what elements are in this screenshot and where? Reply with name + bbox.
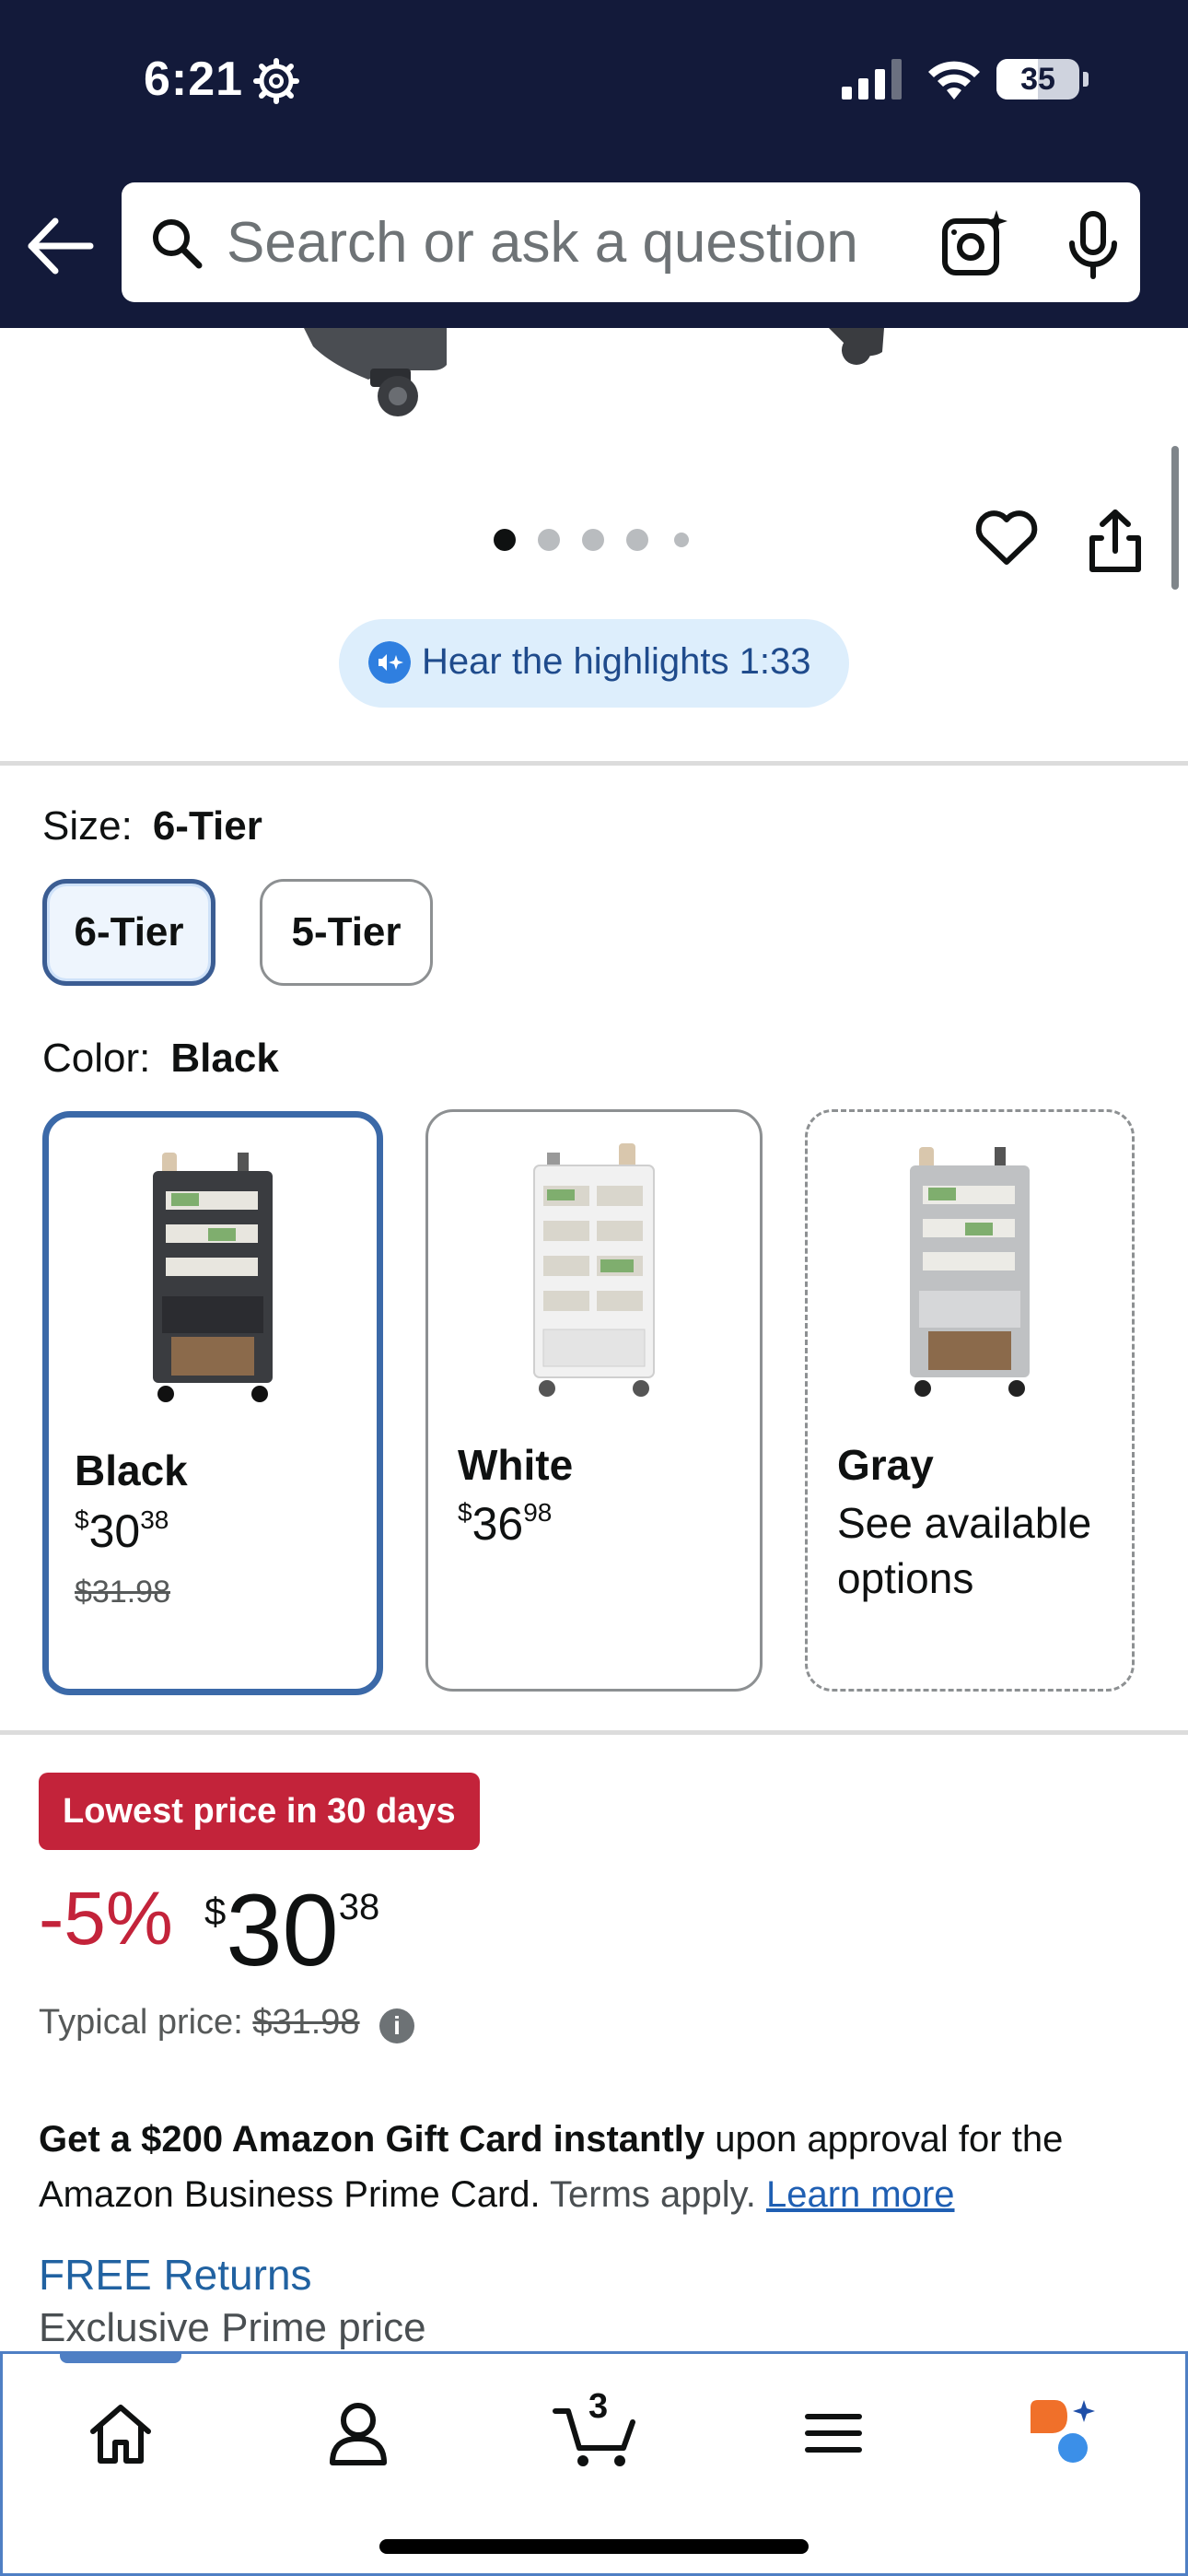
current-price: $3038: [204, 1874, 380, 1987]
hear-highlights-label: Hear the highlights 1:33: [422, 641, 811, 682]
battery-tip: [1083, 72, 1089, 87]
white-cart-thumbnail: [533, 1143, 655, 1397]
size-option-5-tier[interactable]: 5-Tier: [260, 879, 433, 986]
carousel-dot[interactable]: [582, 529, 604, 551]
color-name: White: [458, 1441, 574, 1489]
carousel-dot[interactable]: [494, 529, 516, 551]
color-price: $3038: [75, 1505, 169, 1557]
wifi-icon: [928, 61, 980, 100]
search-input[interactable]: Search or ask a question: [227, 210, 858, 275]
promo-message: Get a $200 Amazon Gift Card instantly up…: [39, 2112, 1144, 2222]
battery-level: 35: [1020, 62, 1055, 97]
account-icon[interactable]: [321, 2396, 395, 2470]
color-option-black[interactable]: Black $3038 $31.98: [42, 1111, 383, 1695]
carousel-dot[interactable]: [538, 529, 560, 551]
settings-status-icon: [253, 58, 299, 104]
audio-sparkle-icon: [368, 641, 411, 684]
home-indicator[interactable]: [379, 2539, 809, 2554]
image-carousel-dots[interactable]: [494, 529, 696, 556]
learn-more-link[interactable]: Learn more: [766, 2174, 955, 2215]
status-time: 6:21: [144, 53, 244, 106]
carousel-dot[interactable]: [674, 533, 689, 547]
size-label-row: Size: 6-Tier: [42, 803, 262, 849]
camera-search-icon[interactable]: [939, 206, 1013, 280]
gray-cart-thumbnail: [910, 1147, 1030, 1397]
scrollbar[interactable]: [1171, 446, 1179, 590]
color-price: $3698: [458, 1498, 553, 1550]
size-option-6-tier[interactable]: 6-Tier: [42, 879, 215, 986]
back-arrow-icon[interactable]: [24, 214, 98, 278]
free-returns-link[interactable]: FREE Returns: [39, 2250, 312, 2300]
section-divider: [0, 761, 1188, 766]
info-icon[interactable]: i: [379, 2008, 414, 2043]
color-was-price: $31.98: [75, 1575, 170, 1610]
top-header: 6:21 35 Search or ask a question: [0, 0, 1188, 328]
carousel-dot[interactable]: [626, 529, 648, 551]
color-availability-note: See available options: [837, 1499, 1092, 1602]
menu-icon[interactable]: [797, 2396, 870, 2470]
color-label: Color:: [42, 1036, 151, 1081]
color-selected-value: Black: [170, 1036, 279, 1081]
cellular-signal-icon: [842, 59, 902, 100]
prime-price-note: Exclusive Prime price: [39, 2305, 426, 2350]
color-name: Black: [75, 1446, 188, 1494]
active-tab-indicator: [60, 2354, 181, 2363]
microphone-icon[interactable]: [1061, 210, 1125, 280]
heart-icon[interactable]: [974, 509, 1039, 568]
product-image[interactable]: [0, 328, 1188, 429]
promo-headline: Get a $200 Amazon Gift Card instantly: [39, 2119, 705, 2160]
deal-badge: Lowest price in 30 days: [39, 1773, 480, 1850]
color-option-gray[interactable]: Gray See available options: [805, 1109, 1135, 1692]
size-selected-value: 6-Tier: [152, 803, 262, 849]
cart-count: 3: [588, 2387, 609, 2426]
rufus-assistant-icon[interactable]: [1027, 2396, 1101, 2470]
typical-price: Typical price: $31.98: [39, 2003, 360, 2042]
section-divider: [0, 1730, 1188, 1735]
search-bar[interactable]: Search or ask a question: [122, 182, 1140, 302]
home-icon[interactable]: [84, 2396, 157, 2470]
color-name: Gray: [837, 1441, 934, 1489]
share-icon[interactable]: [1087, 509, 1144, 573]
color-label-row: Color: Black: [42, 1036, 279, 1082]
search-icon: [153, 219, 203, 269]
hear-highlights-button[interactable]: Hear the highlights 1:33: [339, 619, 849, 708]
color-option-white[interactable]: White $3698: [425, 1109, 763, 1692]
battery-indicator: 35: [996, 59, 1079, 100]
promo-terms: Terms apply.: [540, 2174, 756, 2215]
discount-percent: -5%: [39, 1877, 173, 1961]
black-cart-thumbnail: [153, 1153, 273, 1402]
size-label: Size:: [42, 803, 133, 849]
